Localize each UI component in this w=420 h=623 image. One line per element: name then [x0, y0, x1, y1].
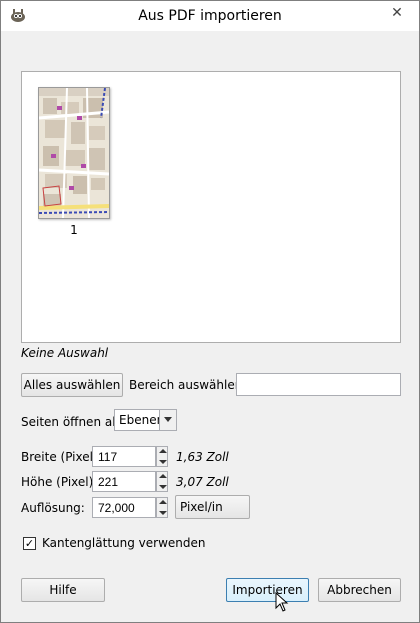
page-thumbnail[interactable] [38, 87, 110, 219]
width-spinner[interactable] [156, 446, 168, 467]
import-button[interactable]: Importieren [226, 578, 309, 602]
resolution-label: Auflösung: [21, 501, 85, 515]
dialog-content: 1 Keine Auswahl Alles auswählen Bereich … [9, 31, 411, 616]
height-spinner[interactable] [156, 471, 168, 492]
height-label: Höhe (Pixel): [21, 475, 98, 489]
mouse-pointer-icon [275, 592, 289, 612]
height-inches: 3,07 Zoll [176, 475, 229, 489]
spin-up-icon[interactable] [157, 447, 167, 457]
page-preview-area[interactable]: 1 [21, 71, 401, 343]
help-button[interactable]: Hilfe [21, 578, 105, 602]
open-pages-as-value: Ebenen [119, 413, 165, 427]
map-thumbnail-image [39, 88, 109, 218]
spin-down-icon[interactable] [157, 508, 167, 518]
antialias-label: Kantenglättung verwenden [42, 536, 206, 550]
open-pages-as-label: Seiten öffnen als [21, 415, 122, 429]
spin-up-icon[interactable] [157, 498, 167, 508]
range-label: Bereich auswählen: [129, 378, 247, 392]
page-number-label: 1 [70, 223, 78, 237]
title-bar: Aus PDF importieren ✕ [1, 1, 419, 31]
close-button[interactable]: ✕ [383, 3, 411, 23]
spin-down-icon[interactable] [157, 482, 167, 492]
cancel-button[interactable]: Abbrechen [318, 578, 401, 602]
open-pages-as-select[interactable]: Ebenen [114, 409, 177, 431]
window-title: Aus PDF importieren [138, 8, 282, 24]
selection-status: Keine Auswahl [21, 346, 109, 360]
resolution-spinner[interactable] [156, 497, 168, 518]
chevron-down-icon [159, 410, 176, 430]
spin-up-icon[interactable] [157, 472, 167, 482]
resolution-unit-button[interactable]: Pixel/in [175, 495, 250, 519]
antialias-checkbox[interactable]: ✓ [23, 537, 36, 550]
height-input[interactable] [92, 471, 156, 492]
dialog-window: Aus PDF importieren ✕ 1 Keine Auswahl Al… [0, 0, 420, 623]
range-input[interactable] [236, 373, 401, 396]
spin-down-icon[interactable] [157, 457, 167, 467]
width-input[interactable] [92, 446, 156, 467]
select-all-button[interactable]: Alles auswählen [21, 373, 123, 397]
resolution-input[interactable] [92, 497, 156, 518]
width-label: Breite (Pixel): [21, 450, 102, 464]
width-inches: 1,63 Zoll [176, 450, 229, 464]
